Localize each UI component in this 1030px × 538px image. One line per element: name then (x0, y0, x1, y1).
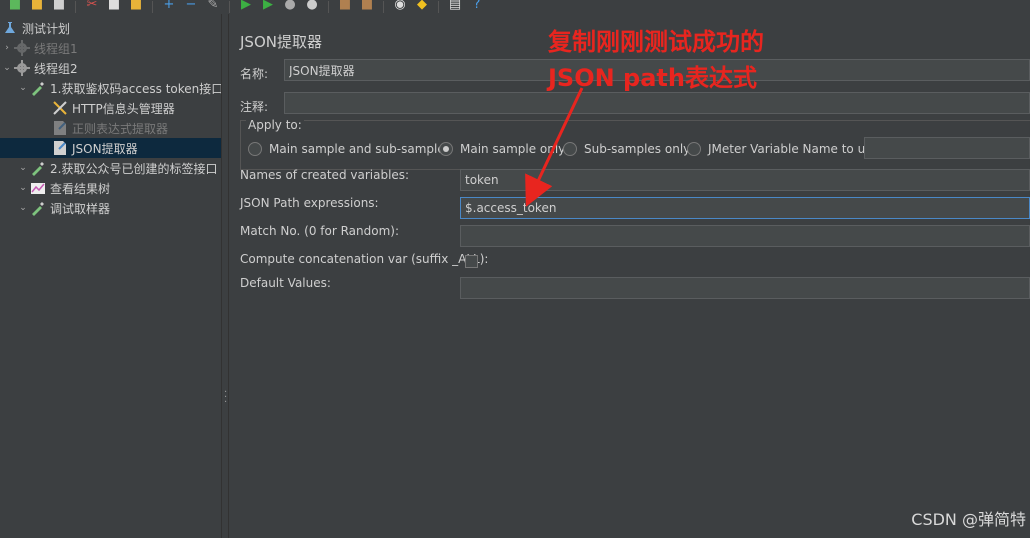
collapse-icon[interactable]: − (182, 0, 200, 13)
tree-item-label: JSON提取器 (72, 141, 138, 156)
tree-item-label: 线程组1 (34, 41, 78, 56)
tree-item[interactable]: 测试计划 (2, 18, 70, 38)
toolbar-separator (152, 1, 153, 13)
tree-item[interactable]: ⌄ 线程组2 (2, 58, 78, 78)
chart-icon (30, 180, 46, 196)
collapse-toggle-icon[interactable]: ⌄ (2, 63, 12, 73)
stop-icon[interactable]: ● (281, 0, 299, 13)
tree-item[interactable]: JSON提取器 (0, 138, 221, 158)
open-icon[interactable]: ■ (50, 0, 68, 13)
radio-jmeter-variable[interactable] (687, 142, 701, 156)
templates-icon[interactable]: ■ (28, 0, 46, 13)
collapse-toggle-icon[interactable]: ⌄ (18, 163, 28, 173)
tree-item-label: 查看结果树 (50, 181, 111, 196)
default-values-input[interactable] (460, 277, 1030, 299)
tree-item-label: 测试计划 (22, 21, 71, 36)
radio-sub-only-label: Sub-samples only (584, 142, 691, 156)
tree-item-label: 正则表达式提取器 (72, 121, 169, 136)
extractor-icon (52, 120, 68, 136)
tree-item[interactable]: ⌄ 查看结果树 (18, 178, 110, 198)
shutdown-icon[interactable]: ● (303, 0, 321, 13)
radio-sub-only[interactable] (563, 142, 577, 156)
panel-title: JSON提取器 (240, 33, 322, 51)
radio-main-and-sub-label: Main sample and sub-samples (269, 142, 451, 156)
reset-search-icon[interactable]: ◆ (413, 0, 431, 13)
clear-all-icon[interactable]: ■ (358, 0, 376, 13)
tools-icon (52, 100, 68, 116)
names-input[interactable] (460, 169, 1030, 191)
tree-item[interactable]: HTTP信息头管理器 (52, 98, 175, 118)
radio-main-and-sub[interactable] (248, 142, 262, 156)
concat-checkbox[interactable] (465, 255, 478, 268)
comment-input[interactable] (284, 92, 1030, 114)
jmeter-variable-input[interactable] (864, 137, 1030, 159)
help-icon[interactable]: ? (468, 0, 486, 13)
tree-item-label: HTTP信息头管理器 (72, 101, 175, 116)
collapse-toggle-icon[interactable]: ⌄ (18, 203, 28, 213)
toolbar-separator (383, 1, 384, 13)
tree-item-label: 1.获取鉴权码access token接口 (50, 81, 221, 96)
apply-to-legend: Apply to: (246, 118, 304, 132)
annotation-line-1: 复制刚刚测试成功的 (548, 28, 764, 56)
watermark: CSDN @弹简特 (911, 510, 1026, 529)
gear-icon (14, 60, 30, 76)
toolbar-separator (229, 1, 230, 13)
function-helper-icon[interactable]: ▤ (446, 0, 464, 13)
collapse-toggle-icon[interactable]: ⌄ (18, 83, 28, 93)
json-path-label: JSON Path expressions: (240, 196, 379, 210)
test-plan-icon (2, 20, 18, 36)
name-label: 名称: (240, 67, 269, 81)
new-plan-icon[interactable]: ■ (6, 0, 24, 13)
annotation-line-2: JSON path表达式 (548, 64, 757, 92)
expand-icon[interactable]: + (160, 0, 178, 13)
tree-item[interactable]: ⌄ 2.获取公众号已创建的标签接口 (18, 158, 217, 178)
split-pane-divider[interactable]: · · · (221, 14, 229, 538)
gear-icon (14, 40, 30, 56)
tree-item[interactable]: › 线程组1 (2, 38, 78, 58)
paste-icon[interactable]: ■ (127, 0, 145, 13)
cut-icon[interactable]: ✂ (83, 0, 101, 13)
copy-icon[interactable]: ■ (105, 0, 123, 13)
start-icon[interactable]: ▶ (237, 0, 255, 13)
radio-main-only[interactable] (439, 142, 453, 156)
collapse-toggle-icon[interactable]: ⌄ (18, 183, 28, 193)
toolbar-separator (328, 1, 329, 13)
search-icon[interactable]: ◉ (391, 0, 409, 13)
comment-label: 注释: (240, 100, 269, 114)
toggle-icon[interactable]: ✎ (204, 0, 222, 13)
tree-item[interactable]: 正则表达式提取器 (52, 118, 168, 138)
radio-main-only-label: Main sample only (460, 142, 566, 156)
tree-item[interactable]: ⌄ 调试取样器 (18, 198, 110, 218)
tree-item-label: 2.获取公众号已创建的标签接口 (50, 161, 218, 176)
pipette-icon (30, 200, 46, 216)
divider-grip: · · · (224, 387, 228, 408)
expand-toggle-icon[interactable]: › (2, 43, 12, 53)
json-path-input[interactable] (460, 197, 1030, 219)
extractor-icon (52, 140, 68, 156)
match-no-label: Match No. (0 for Random): (240, 224, 400, 238)
toolbar: ■ ■ ■ ✂ ■ ■ + − ✎ ▶ ▶ ● ● ■ ■ ◉ ◆ ▤ ? (0, 0, 1030, 14)
default-values-label: Default Values: (240, 276, 331, 290)
tree-item[interactable]: ⌄ 1.获取鉴权码access token接口 (18, 78, 221, 98)
start-no-pause-icon[interactable]: ▶ (259, 0, 277, 13)
match-no-input[interactable] (460, 225, 1030, 247)
radio-jmeter-variable-label: JMeter Variable Name to use (708, 142, 879, 156)
tree-item-label: 线程组2 (34, 61, 78, 76)
clear-icon[interactable]: ■ (336, 0, 354, 13)
names-label: Names of created variables: (240, 168, 410, 182)
concat-label: Compute concatenation var (suffix _ALL): (240, 252, 489, 266)
pipette-icon (30, 160, 46, 176)
toolbar-separator (438, 1, 439, 13)
tree-item-label: 调试取样器 (50, 201, 111, 216)
pipette-icon (30, 80, 46, 96)
test-plan-tree[interactable]: 测试计划 › 线程组1 ⌄ 线程组2 ⌄ 1.获取鉴权码access token接口 HTTP… (0, 14, 221, 538)
toolbar-separator (75, 1, 76, 13)
